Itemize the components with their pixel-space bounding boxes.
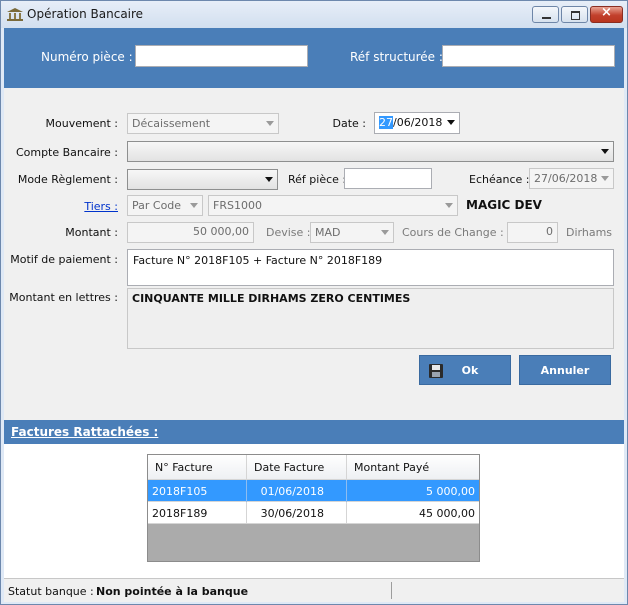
chevron-down-icon	[601, 176, 609, 181]
date-label: Date :	[332, 117, 367, 130]
tiers-code-select[interactable]: FRS1000	[208, 195, 458, 216]
cell-montant: 5 000,00	[426, 485, 475, 498]
motif-input[interactable]: Facture N° 2018F105 + Facture N° 2018F18…	[127, 249, 614, 286]
date-picker[interactable]: 27/06/2018	[374, 112, 460, 134]
status-bar: Statut banque : Non pointée à la banque	[4, 578, 624, 602]
chevron-down-icon	[190, 203, 198, 208]
factures-panel: N° Facture Date Facture Montant Payé 201…	[4, 444, 624, 578]
ok-label: Ok	[461, 364, 479, 377]
status-label: Statut banque :	[8, 585, 94, 598]
mouvement-select[interactable]: Décaissement	[127, 113, 279, 134]
header-band: Numéro pièce : Réf structurée :	[4, 28, 624, 88]
column-header-numero[interactable]: N° Facture	[148, 455, 247, 480]
montant-label: Montant :	[65, 226, 118, 239]
annuler-label: Annuler	[540, 364, 590, 377]
bank-icon	[7, 8, 23, 21]
chevron-down-icon	[266, 121, 274, 126]
cell-montant: 45 000,00	[419, 507, 475, 520]
ref-piece-label: Réf pièce :	[288, 173, 347, 186]
tiers-mode-value: Par Code	[132, 199, 182, 212]
date-rest: /06/2018	[393, 116, 443, 129]
chevron-down-icon	[447, 120, 455, 125]
status-separator	[391, 582, 392, 599]
status-value: Non pointée à la banque	[96, 585, 249, 598]
cours-unit: Dirhams	[566, 226, 613, 239]
devise-select[interactable]: MAD	[310, 222, 394, 243]
devise-label: Devise :	[266, 226, 311, 239]
tiers-name: MAGIC DEV	[466, 198, 542, 212]
factures-header-band: Factures Rattachées :	[4, 420, 624, 444]
table-row[interactable]: 2018F189 30/06/2018 45 000,00	[148, 502, 479, 524]
close-icon: ×	[601, 5, 612, 20]
close-button[interactable]: ×	[590, 5, 623, 23]
tiers-mode-select[interactable]: Par Code	[127, 195, 203, 216]
window: Opération Bancaire × Numéro pièce : Réf …	[0, 0, 628, 605]
echeance-value: 27/06/2018	[534, 172, 598, 185]
tiers-code-value: FRS1000	[213, 199, 262, 212]
mode-reglement-select[interactable]	[127, 169, 278, 190]
ref-structuree-label: Réf structurée :	[350, 50, 443, 64]
montant-lettres-label: Montant en lettres :	[9, 291, 118, 304]
chevron-down-icon	[601, 149, 609, 154]
cell-date: 01/06/2018	[247, 480, 347, 502]
annuler-button[interactable]: Annuler	[519, 355, 611, 385]
cell-numero: 2018F189	[148, 502, 247, 524]
dialog-body: Numéro pièce : Réf structurée : Mouvemen…	[4, 28, 624, 602]
mouvement-label: Mouvement :	[45, 117, 118, 130]
montant-input[interactable]: 50 000,00	[127, 222, 254, 243]
column-header-date[interactable]: Date Facture	[247, 455, 347, 480]
title-bar[interactable]: Opération Bancaire ×	[1, 1, 627, 28]
chevron-down-icon	[445, 203, 453, 208]
grid-header: N° Facture Date Facture Montant Payé	[148, 455, 479, 480]
tiers-link[interactable]: Tiers :	[4, 200, 118, 213]
cell-numero: 2018F105	[148, 480, 247, 502]
window-title: Opération Bancaire	[27, 7, 144, 21]
echeance-picker[interactable]: 27/06/2018	[529, 168, 614, 189]
table-row[interactable]: 2018F105 01/06/2018 5 000,00	[148, 480, 479, 502]
minimize-button[interactable]	[532, 6, 559, 23]
maximize-button[interactable]	[561, 6, 588, 23]
cours-change-label: Cours de Change :	[402, 226, 504, 239]
factures-title: Factures Rattachées :	[11, 425, 159, 439]
cours-change-input[interactable]: 0	[507, 222, 558, 243]
numero-piece-input[interactable]	[135, 45, 308, 67]
ref-piece-input[interactable]	[344, 168, 432, 189]
motif-label: Motif de paiement :	[10, 253, 118, 266]
ref-structuree-input[interactable]	[442, 45, 615, 67]
chevron-down-icon	[265, 177, 273, 182]
numero-piece-label: Numéro pièce :	[41, 50, 133, 64]
devise-value: MAD	[315, 226, 341, 239]
chevron-down-icon	[381, 230, 389, 235]
mouvement-value: Décaissement	[132, 117, 211, 130]
montant-lettres-field: CINQUANTE MILLE DIRHAMS ZERO CENTIMES	[127, 288, 614, 349]
cell-date: 30/06/2018	[247, 502, 347, 524]
ok-button[interactable]: Ok	[419, 355, 511, 385]
date-day: 27	[379, 116, 393, 129]
factures-grid[interactable]: N° Facture Date Facture Montant Payé 201…	[147, 454, 480, 562]
compte-bancaire-label: Compte Bancaire :	[15, 146, 118, 159]
mode-reglement-label: Mode Règlement :	[17, 173, 118, 186]
echeance-label: Echéance :	[469, 173, 530, 186]
column-header-montant[interactable]: Montant Payé	[347, 455, 479, 480]
compte-bancaire-select[interactable]	[127, 141, 614, 162]
